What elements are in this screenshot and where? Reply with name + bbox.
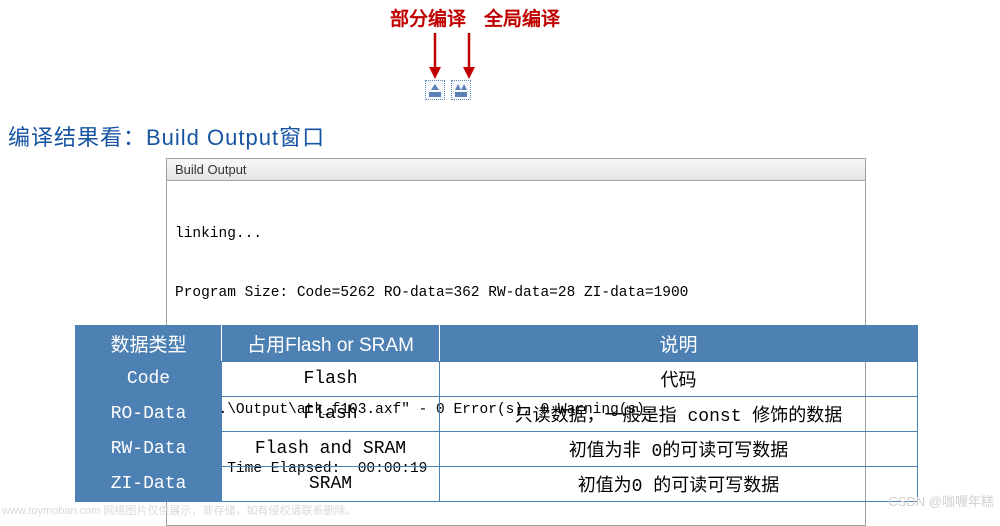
header-data-type: 数据类型 — [76, 326, 222, 362]
arrow-down-icon — [428, 33, 442, 79]
table-row: RO-Data Flash 只读数据，一般是指 const 修饰的数据 — [76, 397, 918, 432]
cell-type: Code — [76, 362, 222, 397]
build-output-title: Build Output — [167, 159, 865, 181]
header-description: 说明 — [440, 326, 918, 362]
table-row: RW-Data Flash and SRAM 初值为非 0的可读可写数据 — [76, 432, 918, 467]
data-type-table: 数据类型 占用Flash or SRAM 说明 Code Flash 代码 RO… — [75, 325, 918, 502]
label-full-compile: 全局编译 — [484, 4, 560, 31]
cell-where: Flash — [222, 362, 440, 397]
cell-desc: 只读数据，一般是指 const 修饰的数据 — [440, 397, 918, 432]
cell-desc: 初值为0 的可读可写数据 — [440, 467, 918, 502]
cell-desc: 代码 — [440, 362, 918, 397]
cell-desc: 初值为非 0的可读可写数据 — [440, 432, 918, 467]
cell-where: Flash and SRAM — [222, 432, 440, 467]
table-row: ZI-Data SRAM 初值为0 的可读可写数据 — [76, 467, 918, 502]
cell-type: ZI-Data — [76, 467, 222, 502]
compile-type-labels: 部分编译 全局编译 — [390, 4, 560, 31]
compile-icons-row — [425, 80, 471, 100]
section-heading: 编译结果看：Build Output窗口 — [8, 120, 325, 152]
build-output-line: linking... — [175, 225, 857, 245]
table-row: Code Flash 代码 — [76, 362, 918, 397]
cell-where: Flash — [222, 397, 440, 432]
build-output-line: Program Size: Code=5262 RO-data=362 RW-d… — [175, 284, 857, 304]
cell-type: RW-Data — [76, 432, 222, 467]
watermark-left: www.toymoban.com 网络图片仅供展示，非存储，如有侵权请联系删除。 — [2, 502, 356, 518]
cell-type: RO-Data — [76, 397, 222, 432]
full-compile-button[interactable] — [451, 80, 471, 100]
arrow-down-icon — [462, 33, 476, 79]
partial-compile-button[interactable] — [425, 80, 445, 100]
table-header-row: 数据类型 占用Flash or SRAM 说明 — [76, 326, 918, 362]
label-partial-compile: 部分编译 — [390, 4, 466, 31]
watermark-right: CSDN @咖喱年糕 — [888, 491, 994, 510]
cell-where: SRAM — [222, 467, 440, 502]
header-flash-sram: 占用Flash or SRAM — [222, 326, 440, 362]
